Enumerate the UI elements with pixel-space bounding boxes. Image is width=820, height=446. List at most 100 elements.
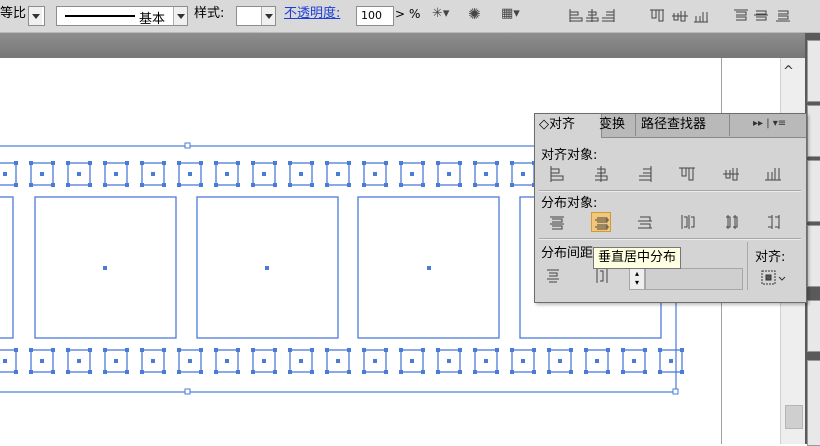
anchor-point (14, 348, 18, 352)
anchor-point (66, 348, 70, 352)
recolor-icon[interactable]: ✳▾ (432, 6, 449, 22)
tab-collapse-icon: ◇ (539, 117, 549, 132)
align-to-icon[interactable]: ▦▾ (501, 6, 520, 22)
anchor-point (436, 183, 440, 187)
anchor-point (510, 161, 514, 165)
anchor-point (621, 348, 625, 352)
frame-center-point (265, 266, 269, 270)
sprocket-center-point (410, 172, 414, 176)
anchor-point (51, 161, 55, 165)
vertical-align-top-button[interactable] (677, 164, 697, 184)
horizontal-align-center-button[interactable] (591, 164, 611, 184)
anchor-point (125, 183, 129, 187)
anchor-point (251, 370, 255, 374)
vertical-align-center-button[interactable] (721, 164, 741, 184)
chevron-down-icon (173, 7, 187, 25)
vertical-distribute-top-button[interactable] (547, 212, 567, 232)
dock-button[interactable] (807, 225, 820, 287)
sprocket-hole (0, 162, 17, 186)
anchor-point (251, 183, 255, 187)
opacity-arrow-button[interactable]: > (395, 7, 405, 21)
dock-button[interactable] (807, 105, 820, 157)
scrollbar-thumb[interactable] (785, 405, 803, 429)
sprocket-center-point (595, 359, 599, 363)
vertical-distribute-bottom-button[interactable] (635, 212, 655, 232)
tab-align[interactable]: ◇对齐 (535, 114, 602, 138)
anchor-point (103, 370, 107, 374)
sprocket-holes-bottom (0, 348, 684, 374)
horizontal-distribute-right-icon (768, 215, 780, 229)
anchor-point (14, 370, 18, 374)
align-to-selection-button[interactable] (759, 268, 787, 288)
opacity-input[interactable]: 100 (356, 6, 394, 26)
dock-button[interactable] (807, 160, 820, 222)
horizontal-distribute-left-icon (681, 215, 695, 229)
sprocket-center-point (521, 172, 525, 176)
dock-button[interactable] (807, 360, 820, 446)
anchor-point (214, 348, 218, 352)
sprocket-center-point (447, 359, 451, 363)
anchor-point (236, 370, 240, 374)
anchor-point (199, 370, 203, 374)
anchor-point (606, 370, 610, 374)
anchor-point (658, 348, 662, 352)
horizontal-align-right-icon (639, 166, 652, 182)
anchor-point (325, 370, 329, 374)
anchor-point (310, 183, 314, 187)
vertical-distribute-space-button[interactable] (543, 266, 563, 286)
panel-menu-icon[interactable]: ▸▸ | ▾≡ (753, 118, 786, 129)
spacing-stepper[interactable]: ▴ ▾ (629, 268, 645, 290)
tab-align-label: 对齐 (549, 117, 576, 132)
distribute-spacing-label: 分布间距 (541, 246, 594, 261)
vertical-distribute-center-button[interactable] (591, 212, 611, 232)
anchor-point (569, 348, 573, 352)
horizontal-distribute-space-button[interactable] (593, 266, 613, 286)
horizontal-align-right-button[interactable] (635, 164, 655, 184)
anchor-point (362, 183, 366, 187)
sprocket-center-point (373, 359, 377, 363)
horizontal-distribute-left-button[interactable] (677, 212, 697, 232)
horizontal-distribute-right-button[interactable] (763, 212, 783, 232)
anchor-point (273, 370, 277, 374)
anchor-point (14, 161, 18, 165)
tab-pathfinder[interactable]: 路径查找器 (637, 114, 730, 136)
anchor-point (347, 183, 351, 187)
anchor-point (140, 161, 144, 165)
horizontal-align-left-button[interactable] (547, 164, 567, 184)
ratio-dropdown[interactable] (28, 6, 45, 26)
anchor-point (458, 183, 462, 187)
chevron-down-icon (29, 7, 42, 25)
anchor-point (569, 370, 573, 374)
opacity-link[interactable]: 不透明度: (284, 7, 340, 21)
toolbar-align-icons[interactable] (540, 7, 810, 25)
anchor-point (325, 183, 329, 187)
stroke-line-preview (65, 15, 135, 17)
horizontal-align-left-icon (550, 166, 564, 182)
horizontal-distribute-center-button[interactable] (721, 212, 741, 232)
dock-button[interactable] (807, 300, 820, 352)
anchor-point (288, 183, 292, 187)
scroll-up-arrow-icon[interactable]: ^ (783, 64, 794, 79)
stroke-profile-dropdown[interactable]: 基本 (56, 6, 188, 27)
anchor-point (199, 183, 203, 187)
bbox-handle-top (184, 142, 191, 149)
anchor-point (66, 370, 70, 374)
anchor-point (51, 183, 55, 187)
anchor-point (162, 161, 166, 165)
anchor-point (325, 161, 329, 165)
anchor-point (214, 161, 218, 165)
anchor-point (162, 348, 166, 352)
vertical-align-bottom-button[interactable] (763, 164, 783, 184)
tooltip: 垂直居中分布 (593, 247, 682, 269)
tab-transform[interactable]: 变换 (595, 114, 636, 136)
anchor-point (103, 161, 107, 165)
anchor-point (288, 161, 292, 165)
anchor-point (680, 370, 684, 374)
gear-icon[interactable]: ✺ (468, 6, 481, 22)
align-to-selection-icon (761, 270, 786, 285)
film-frame (0, 196, 14, 339)
spacing-input[interactable] (645, 268, 743, 290)
align-objects-label: 对齐对象: (541, 148, 598, 163)
style-dropdown[interactable] (236, 6, 276, 26)
dock-button[interactable] (807, 40, 820, 102)
